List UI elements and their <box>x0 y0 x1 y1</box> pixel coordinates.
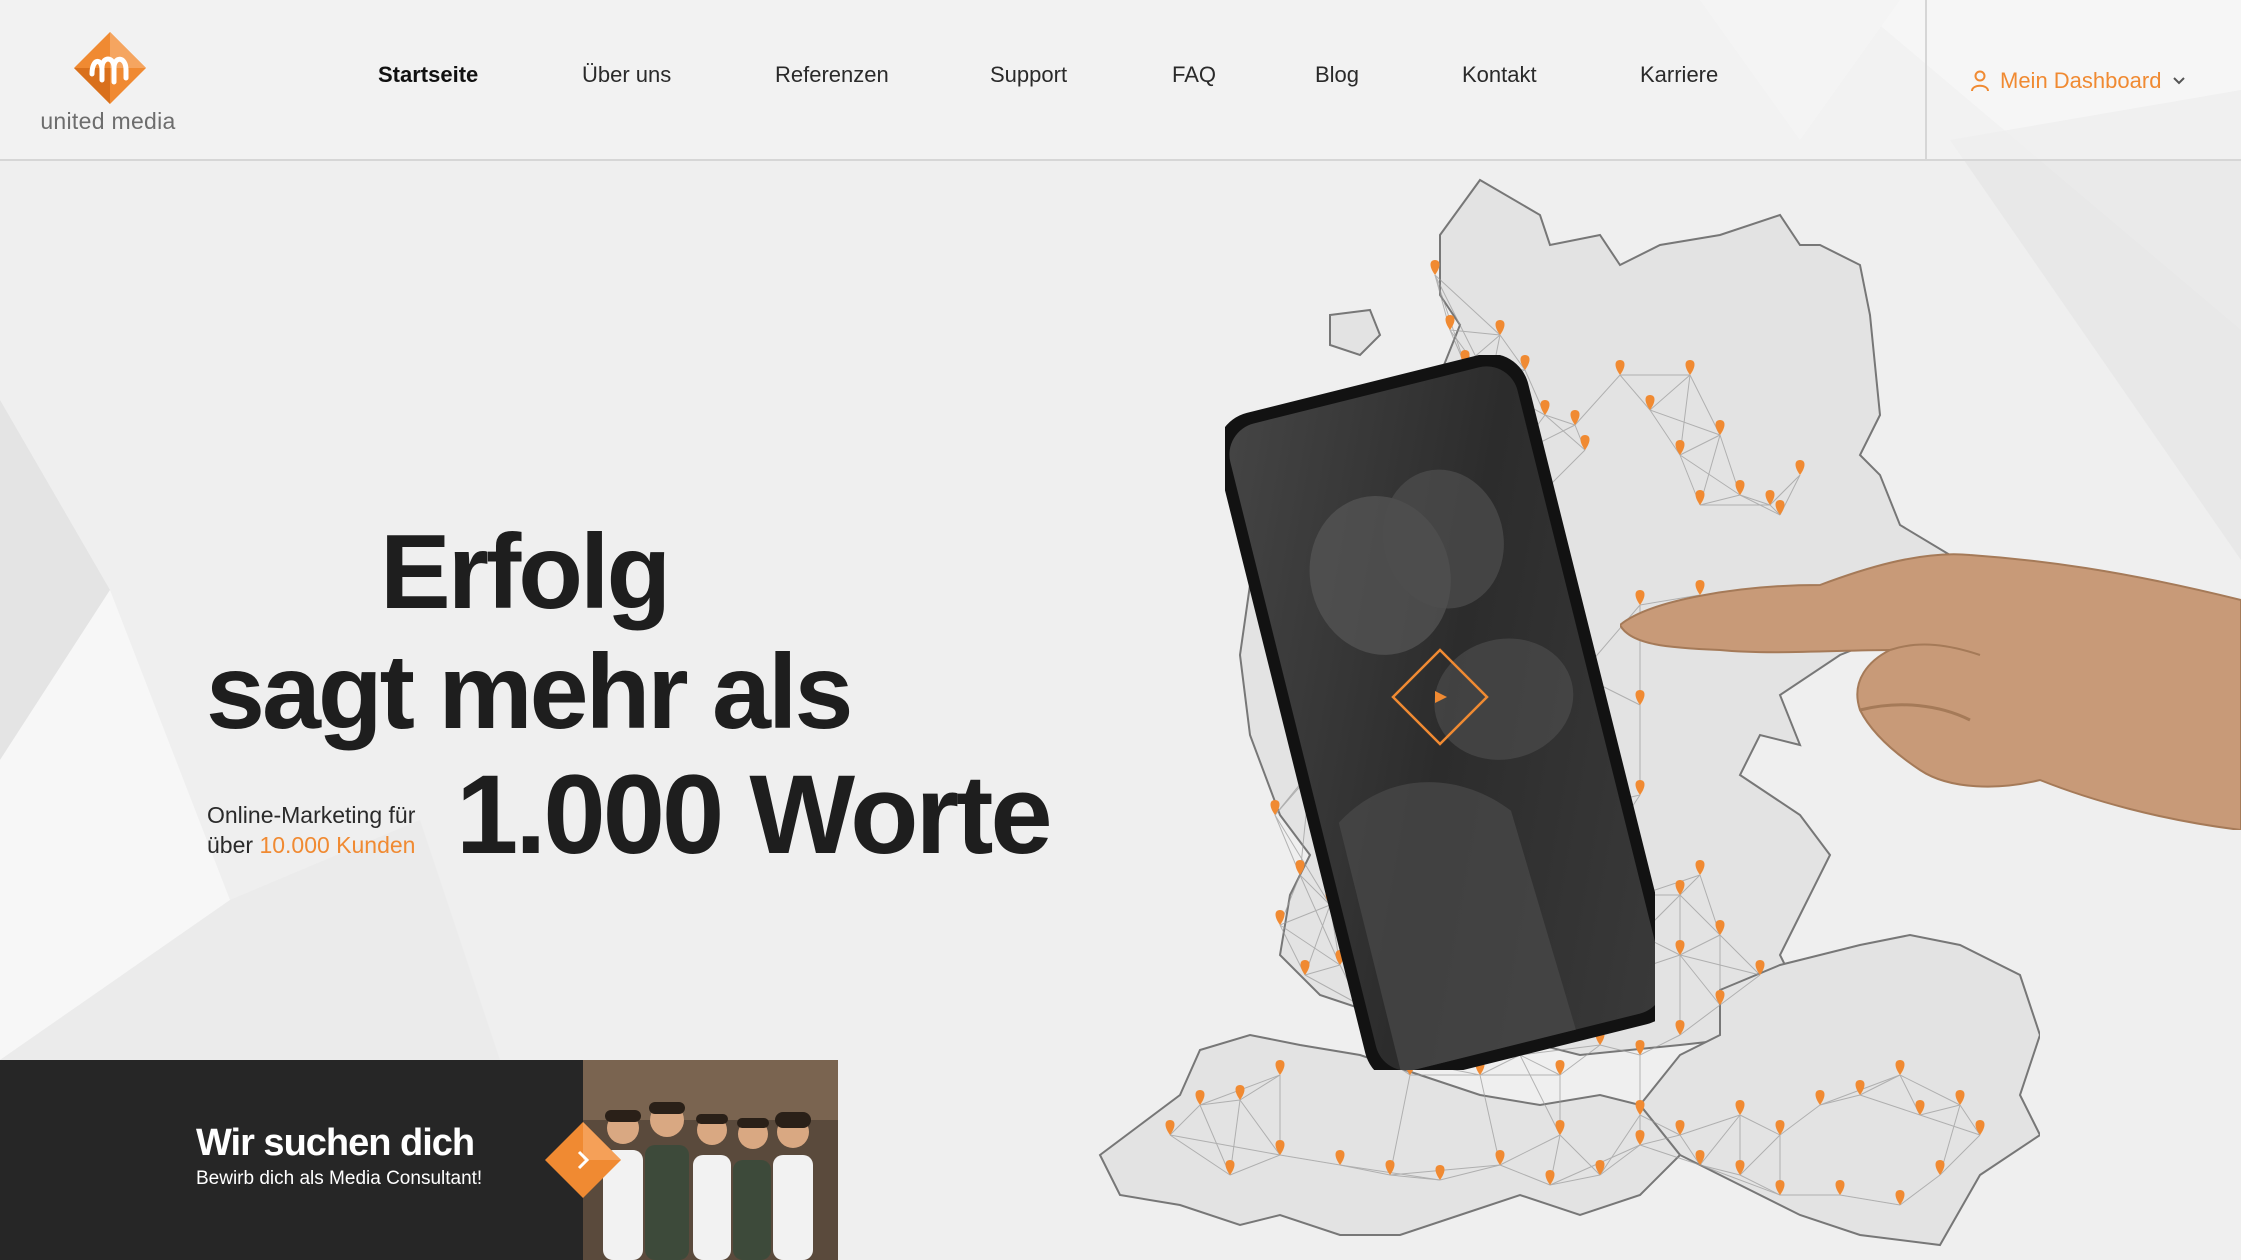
hero-subline: Online-Marketing für über 10.000 Kunden <box>207 800 415 860</box>
hero-headline-line1: Erfolg <box>380 513 671 631</box>
hero-headline-line3: 1.000 Worte <box>456 752 1053 877</box>
pointing-hand <box>1620 553 2241 830</box>
nav-startseite[interactable]: Startseite <box>378 62 478 88</box>
logo-icon <box>74 32 146 104</box>
map-pin-icon <box>1430 260 1440 275</box>
hero-headline-line2: sagt mehr als <box>206 633 853 751</box>
nav-karriere[interactable]: Karriere <box>1640 62 1718 88</box>
nav-blog[interactable]: Blog <box>1315 62 1359 88</box>
map-pin-icon <box>1445 315 1455 330</box>
dashboard-menu-button[interactable]: Mein Dashboard <box>1970 66 2187 96</box>
career-title: Wir suchen dich <box>196 1122 475 1164</box>
chevron-down-icon <box>2173 77 2186 85</box>
header-divider <box>1925 0 1927 160</box>
hero-subline-line1: Online-Marketing für <box>207 802 416 828</box>
logo[interactable]: united media <box>38 30 178 140</box>
site-header: united media Startseite Über uns Referen… <box>0 0 2241 161</box>
customer-count-highlight: 10.000 Kunden <box>259 832 416 858</box>
hero-subline-line2: über 10.000 Kunden <box>207 830 415 860</box>
nav-kontakt[interactable]: Kontakt <box>1462 62 1537 88</box>
dashboard-label: Mein Dashboard <box>2000 68 2162 93</box>
smartphone-mockup <box>1225 355 1655 1070</box>
nav-faq[interactable]: FAQ <box>1172 62 1216 88</box>
nav-referenzen[interactable]: Referenzen <box>775 62 889 88</box>
hero-subline-prefix: über <box>207 832 260 858</box>
team-photo <box>583 1060 838 1260</box>
career-banner[interactable]: Wir suchen dich Bewirb dich als Media Co… <box>0 1060 838 1260</box>
logo-text: united media <box>40 108 176 134</box>
nav-ueber-uns[interactable]: Über uns <box>582 62 671 88</box>
nav-support[interactable]: Support <box>990 62 1067 88</box>
career-subtitle: Bewirb dich als Media Consultant! <box>196 1168 483 1189</box>
user-icon <box>1971 70 1989 92</box>
career-arrow-button[interactable] <box>545 1122 621 1198</box>
